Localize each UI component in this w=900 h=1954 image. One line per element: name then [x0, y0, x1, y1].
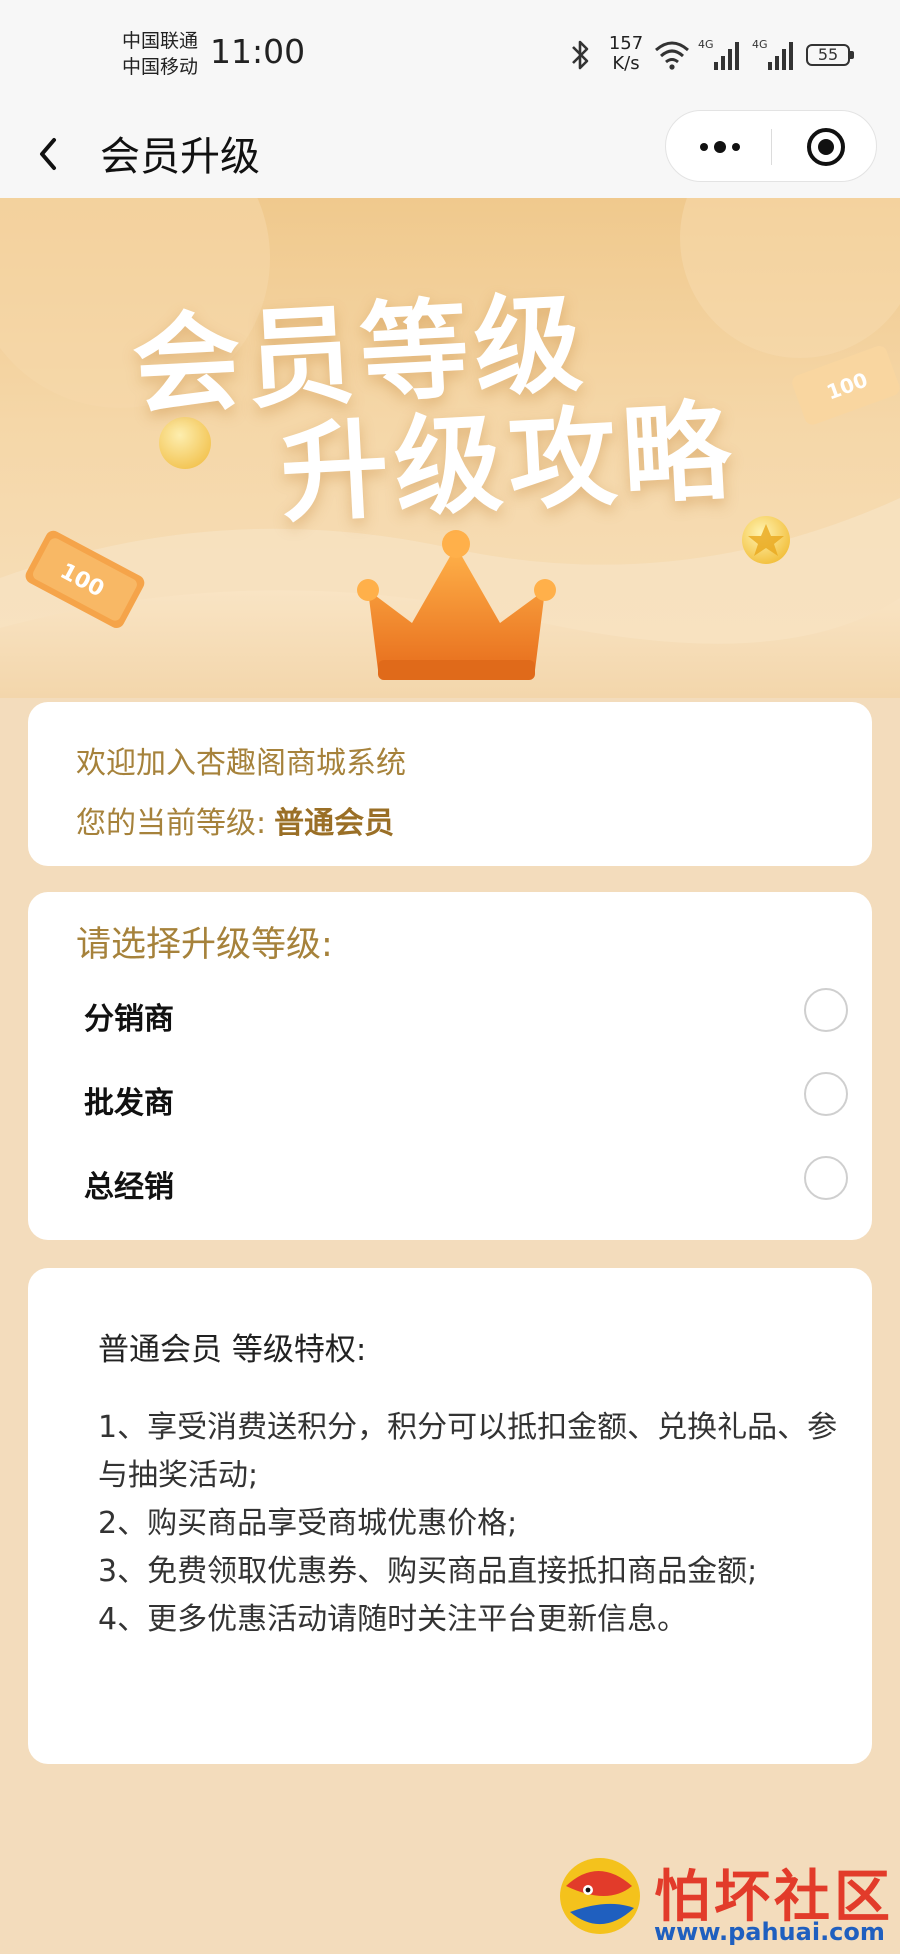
- option-distributor[interactable]: 分销商: [76, 980, 848, 1050]
- back-icon[interactable]: [30, 130, 70, 178]
- privilege-item: 2、购买商品享受商城优惠价格;: [98, 1506, 518, 1541]
- signal-4g-icon-2: 4G: [752, 38, 793, 70]
- option-label: 批发商: [84, 1086, 174, 1121]
- nav-bar: 会员升级: [0, 110, 900, 198]
- option-general-agent[interactable]: 总经销: [76, 1148, 848, 1218]
- more-icon[interactable]: [694, 133, 746, 161]
- current-level-value: 普通会员: [274, 806, 395, 841]
- banner-title-line2: 升级攻略: [277, 389, 740, 538]
- current-level-row: 您的当前等级: 普通会员: [76, 798, 394, 842]
- close-miniprogram-icon[interactable]: [806, 127, 846, 167]
- privilege-item: 4、更多优惠活动请随时关注平台更新信息。: [98, 1602, 688, 1637]
- mini-program-capsule: [665, 110, 877, 182]
- welcome-card: 欢迎加入杏趣阁商城系统 您的当前等级: 普通会员: [28, 702, 872, 866]
- carrier-2: 中国移动: [122, 56, 199, 78]
- upgrade-selection-title: 请选择升级等级:: [76, 925, 333, 965]
- option-label: 总经销: [84, 1170, 174, 1205]
- hero-banner: 100 100 会员等级 升级攻略: [0, 198, 900, 698]
- fish-logo-icon: [560, 1858, 640, 1934]
- privileges-title: 普通会员 等级特权:: [98, 1332, 367, 1368]
- battery-level: 55: [817, 45, 839, 64]
- radio-button[interactable]: [804, 1156, 848, 1200]
- speed-value: 157: [608, 33, 644, 54]
- radio-button[interactable]: [804, 1072, 848, 1116]
- capsule-divider: [771, 129, 772, 165]
- option-wholesaler[interactable]: 批发商: [76, 1064, 848, 1134]
- wifi-icon: [655, 41, 689, 70]
- current-level-label: 您的当前等级:: [76, 806, 267, 841]
- watermark-url: www.pahuai.com: [654, 1918, 885, 1946]
- carrier-names: 中国联通 中国移动: [122, 28, 198, 80]
- speed-unit: K/s: [612, 53, 640, 74]
- upgrade-selection-card: 请选择升级等级: 分销商 批发商 总经销: [28, 892, 872, 1240]
- welcome-text: 欢迎加入杏趣阁商城系统: [76, 746, 406, 781]
- privilege-item: 1、享受消费送积分，积分可以抵扣金额、兑换礼品、参与抽奖活动;: [98, 1410, 838, 1493]
- network-speed: 157 K/s: [604, 34, 648, 74]
- signal-4g-icon-1: 4G: [698, 38, 739, 70]
- privileges-list: 1、享受消费送积分，积分可以抵扣金额、兑换礼品、参与抽奖活动; 2、购买商品享受…: [98, 1404, 838, 1644]
- battery-icon: 55: [806, 44, 854, 66]
- option-label: 分销商: [84, 1002, 174, 1037]
- privilege-item: 3、免费领取优惠券、购买商品直接抵扣商品金额;: [98, 1554, 758, 1589]
- network-2: 4G: [752, 38, 768, 51]
- radio-button[interactable]: [804, 988, 848, 1032]
- status-bar: 中国联通 中国移动 11:00 157 K/s 4G 4G 55: [0, 0, 900, 110]
- privileges-card: 普通会员 等级特权: 1、享受消费送积分，积分可以抵扣金额、兑换礼品、参与抽奖活…: [28, 1268, 872, 1764]
- network-1: 4G: [698, 38, 714, 51]
- clock: 11:00: [210, 32, 306, 71]
- bluetooth-icon: [572, 40, 589, 70]
- site-watermark: 怕坏社区 www.pahuai.com: [548, 1846, 898, 1950]
- carrier-1: 中国联通: [122, 30, 199, 52]
- page-title: 会员升级: [100, 134, 260, 180]
